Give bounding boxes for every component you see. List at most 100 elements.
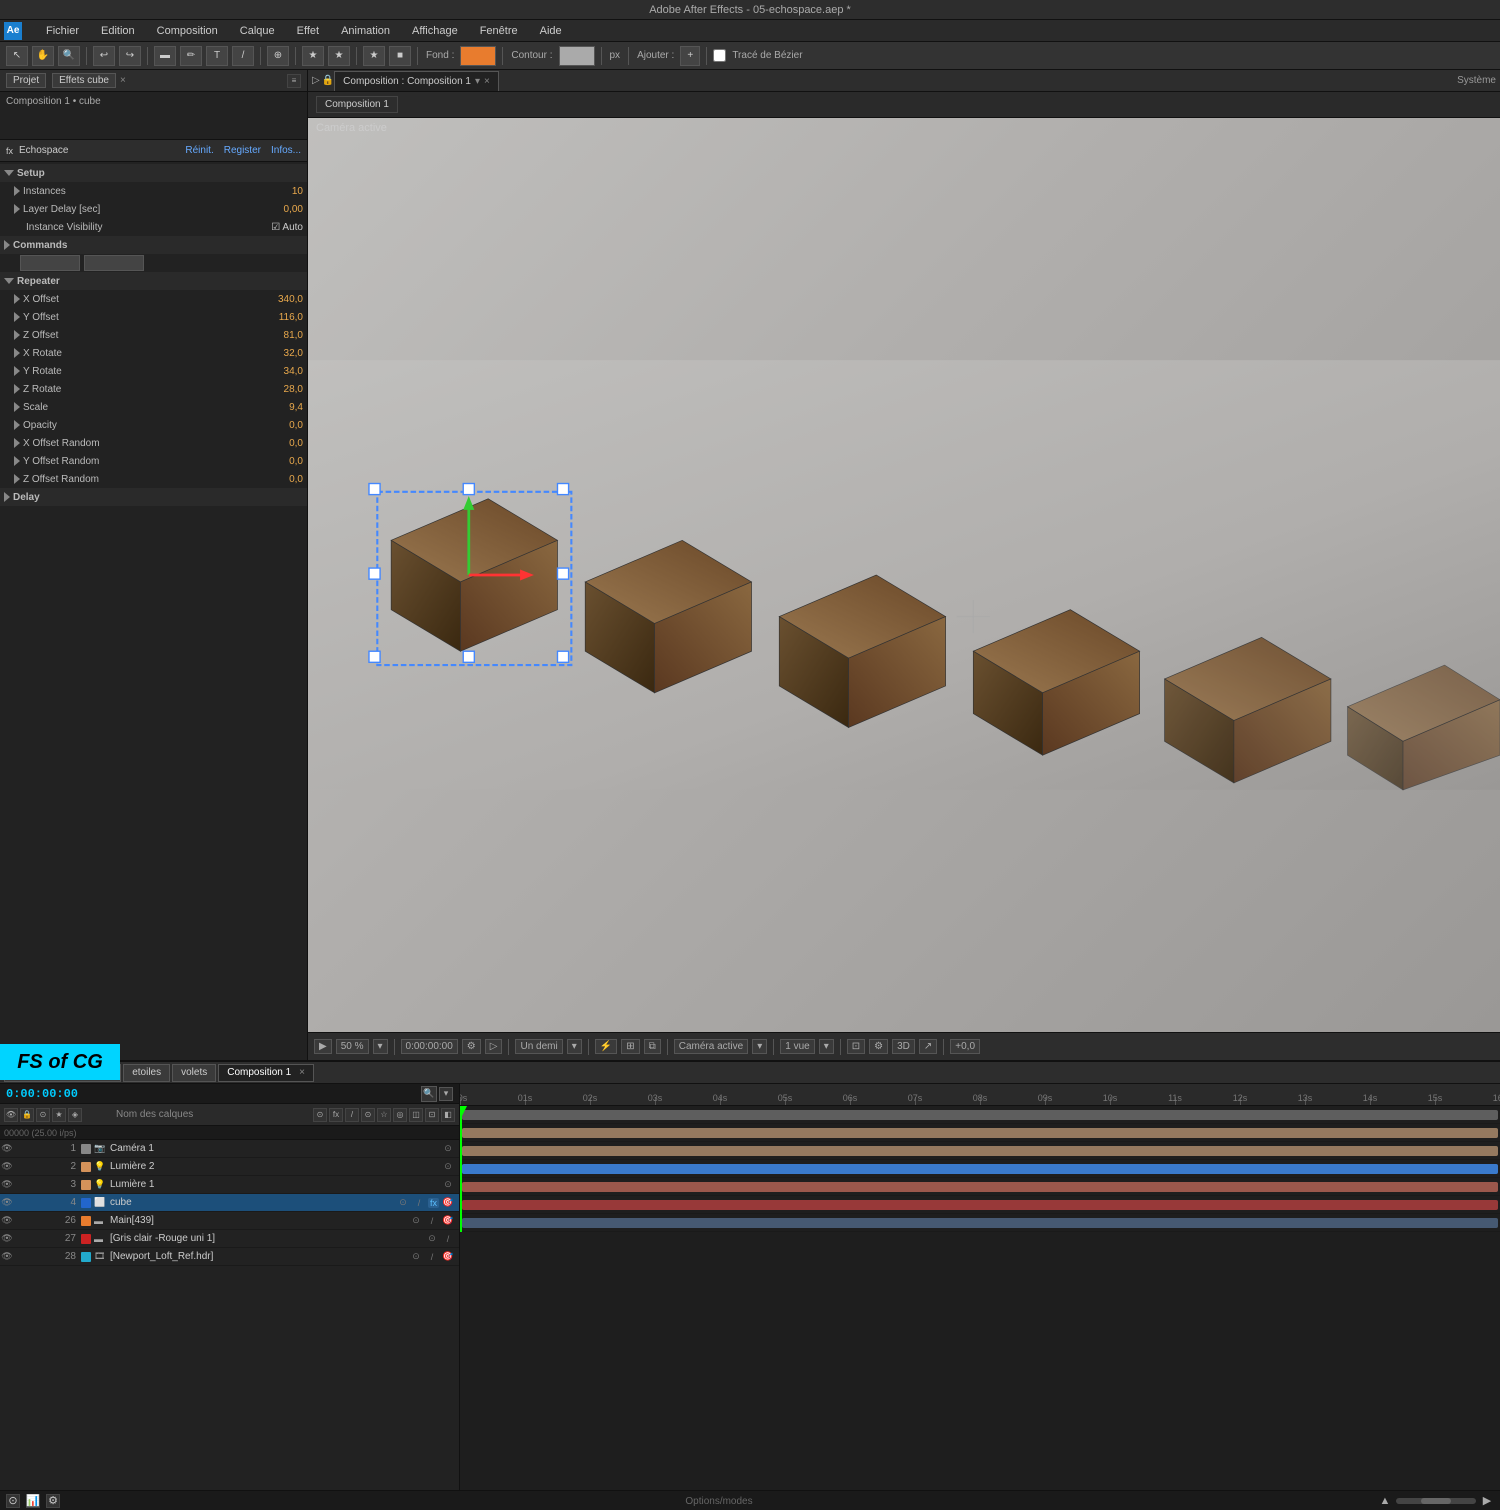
tool-puppet[interactable]: ★ [302, 46, 324, 66]
menu-edition[interactable]: Edition [95, 23, 141, 39]
switch-ctrl-9[interactable]: ◧ [441, 1108, 455, 1122]
infos-btn[interactable]: Infos... [271, 145, 301, 156]
sw-4-4[interactable]: 🎯 [441, 1196, 455, 1210]
switch-ctrl-1[interactable]: ⊙ [313, 1108, 327, 1122]
layer-vis-1[interactable]: 👁 [0, 1143, 14, 1154]
layer-row-newport[interactable]: 👁 28 🎞 [Newport_Loft_Ref.hdr] ⊙ / 🎯 [0, 1248, 459, 1266]
layer-row-camera[interactable]: 👁 1 📷 Caméra 1 ⊙ [0, 1140, 459, 1158]
tool-select[interactable]: ↖ [6, 46, 28, 66]
sw-27-2[interactable]: / [441, 1232, 455, 1246]
layer-vis-3[interactable]: 👁 [0, 1179, 14, 1190]
z-offset-value[interactable]: 81,0 [243, 330, 303, 341]
preview-btn[interactable]: ▷ [485, 1039, 503, 1054]
opacity-value[interactable]: 0,0 [243, 420, 303, 431]
z-rotate-value[interactable]: 28,0 [243, 384, 303, 395]
layer-name-3[interactable]: Lumière 1 [108, 1179, 441, 1190]
layer-ctrl-5[interactable]: ◈ [68, 1108, 82, 1122]
sw-27-1[interactable]: ⊙ [425, 1232, 439, 1246]
sw-1-1[interactable]: ⊙ [441, 1142, 455, 1156]
switch-ctrl-2[interactable]: fx [329, 1108, 343, 1122]
layer-vis-27[interactable]: 👁 [0, 1233, 14, 1244]
menu-calque[interactable]: Calque [234, 23, 281, 39]
layer-name-27[interactable]: [Gris clair -Rouge uni 1] [108, 1233, 425, 1244]
comp-tab-x[interactable]: × [484, 76, 490, 87]
camera-dropdown[interactable]: ▾ [752, 1039, 767, 1054]
footer-icon-3[interactable]: ⚙ [46, 1494, 60, 1508]
switch-ctrl-5[interactable]: ☆ [377, 1108, 391, 1122]
x-offset-rand-value[interactable]: 0,0 [243, 438, 303, 449]
layer-ctrl-4[interactable]: ★ [52, 1108, 66, 1122]
layer-name-2[interactable]: Lumière 2 [108, 1161, 441, 1172]
motion-btn[interactable]: ↗ [919, 1039, 937, 1054]
menu-affichage[interactable]: Affichage [406, 23, 464, 39]
menu-effet[interactable]: Effet [291, 23, 325, 39]
tool-rotate[interactable]: ↩ [93, 46, 115, 66]
layer-row-light1[interactable]: 👁 3 💡 Lumière 1 ⊙ [0, 1176, 459, 1194]
switch-ctrl-3[interactable]: / [345, 1108, 359, 1122]
sw-3-1[interactable]: ⊙ [441, 1178, 455, 1192]
ajouter-icon[interactable]: + [680, 46, 700, 66]
tab-comp1[interactable]: Composition 1 × [218, 1064, 314, 1082]
y-offset-value[interactable]: 116,0 [243, 312, 303, 323]
shape-rect-filled[interactable]: ■ [389, 46, 411, 66]
3d-btn[interactable]: 3D [892, 1039, 915, 1054]
switch-ctrl-7[interactable]: ◫ [409, 1108, 423, 1122]
y-offset-rand-value[interactable]: 0,0 [243, 456, 303, 467]
contour-color[interactable] [559, 46, 595, 66]
menu-composition[interactable]: Composition [151, 23, 224, 39]
tool-pen[interactable]: ✏ [180, 46, 202, 66]
tool-zoom[interactable]: 🔍 [58, 46, 80, 66]
switch-ctrl-6[interactable]: ◎ [393, 1108, 407, 1122]
playhead[interactable] [460, 1106, 462, 1232]
footer-icon-1[interactable]: ⊙ [6, 1494, 20, 1508]
tool-brush[interactable]: / [232, 46, 254, 66]
layer-vis-28[interactable]: 👁 [0, 1251, 14, 1262]
sw-28-3[interactable]: 🎯 [441, 1250, 455, 1264]
fond-color[interactable] [460, 46, 496, 66]
scroll-thumb[interactable] [1421, 1498, 1451, 1504]
quality-btn[interactable]: Un demi [515, 1039, 562, 1054]
command-btn-1[interactable] [20, 255, 80, 271]
y-rotate-value[interactable]: 34,0 [243, 366, 303, 377]
register-btn[interactable]: Register [224, 145, 261, 156]
view-count-dropdown[interactable]: ▾ [819, 1039, 834, 1054]
play-btn[interactable]: ▶ [314, 1039, 332, 1054]
fast-preview-btn[interactable]: ⚡ [595, 1039, 617, 1054]
tool-puppet2[interactable]: ★ [328, 46, 350, 66]
sw-28-2[interactable]: / [425, 1250, 439, 1264]
sw-2-1[interactable]: ⊙ [441, 1160, 455, 1174]
repeater-section-header[interactable]: Repeater [0, 272, 307, 290]
grid-btn[interactable]: ⊞ [621, 1039, 639, 1054]
x-rotate-value[interactable]: 32,0 [243, 348, 303, 359]
footer-arrow-down[interactable]: ▶ [1480, 1494, 1494, 1508]
sw-26-1[interactable]: ⊙ [409, 1214, 423, 1228]
layer-vis-4[interactable]: 👁 [0, 1197, 14, 1208]
tab-volets[interactable]: volets [172, 1064, 216, 1082]
footer-arrow-up[interactable]: ▲ [1378, 1494, 1392, 1508]
zoom-dropdown[interactable]: ▾ [373, 1039, 388, 1054]
layer-name-26[interactable]: Main[439] [108, 1215, 409, 1226]
settings-btn[interactable]: ⚙ [869, 1039, 888, 1054]
tool-clone[interactable]: ⊕ [267, 46, 289, 66]
time-code[interactable]: 0:00:00:00 [6, 1087, 78, 1101]
reinit-btn[interactable]: Réinit. [185, 145, 213, 156]
search-dropdown[interactable]: ▾ [439, 1087, 453, 1101]
snap-btn[interactable]: ⊡ [847, 1039, 865, 1054]
tab-etoiles[interactable]: etoiles [123, 1064, 170, 1082]
tab-comp1-close[interactable]: × [299, 1067, 305, 1078]
delay-section-header[interactable]: Delay [0, 488, 307, 506]
sw-4-1[interactable]: ⊙ [396, 1196, 410, 1210]
switch-ctrl-8[interactable]: ⊡ [425, 1108, 439, 1122]
view-count-btn[interactable]: 1 vue [780, 1039, 814, 1054]
layer-name-1[interactable]: Caméra 1 [108, 1143, 441, 1154]
menu-animation[interactable]: Animation [335, 23, 396, 39]
search-icon[interactable]: 🔍 [421, 1086, 437, 1102]
comp-tab-close[interactable]: ▾ [475, 76, 480, 87]
layer-delay-value[interactable]: 0,00 [243, 204, 303, 215]
comp-name-tab-inner[interactable]: Composition 1 [316, 96, 398, 113]
instance-vis-checkbox[interactable]: ☑ [271, 222, 282, 233]
comp-main-tab[interactable]: Composition : Composition 1 ▾ × [334, 71, 499, 91]
render-btn[interactable]: ⚙ [462, 1039, 481, 1054]
layer-name-28[interactable]: [Newport_Loft_Ref.hdr] [108, 1251, 409, 1262]
layer-vis-26[interactable]: 👁 [0, 1215, 14, 1226]
